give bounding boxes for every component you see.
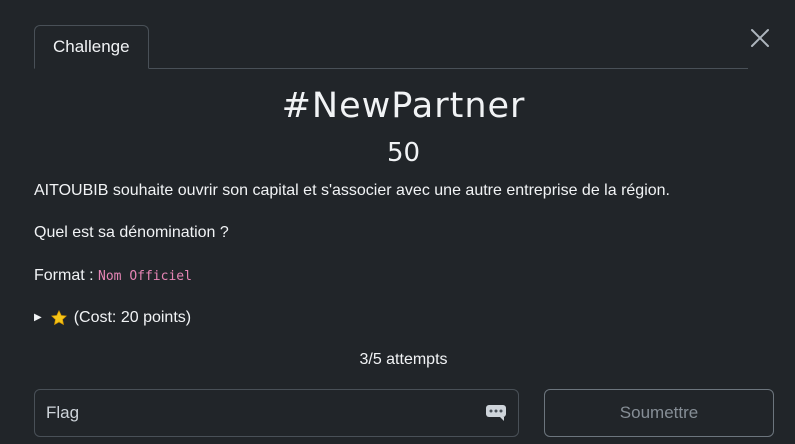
format-line: Format : Nom Officiel — [34, 265, 192, 288]
hint-cost: (Cost: 20 points) — [73, 309, 192, 326]
comment-dots-icon — [486, 405, 506, 421]
submit-button[interactable]: Soumettre — [544, 389, 774, 437]
challenge-description: AITOUBIB souhaite ouvrir son capital et … — [34, 182, 670, 199]
challenge-modal: Challenge #NewPartner 50 AITOUBIB souhai… — [0, 0, 795, 444]
close-button[interactable] — [748, 26, 772, 50]
hint-toggle[interactable]: ▶ (Cost: 20 points) — [34, 307, 191, 329]
tab-bar: Challenge — [34, 25, 748, 69]
challenge-points: 50 — [386, 138, 421, 168]
star-icon — [50, 310, 67, 326]
caret-right-icon: ▶ — [34, 312, 42, 323]
format-label: Format : — [34, 267, 99, 284]
close-icon — [751, 29, 769, 47]
tab-challenge[interactable]: Challenge — [34, 25, 149, 69]
challenge-question: Quel est sa dénomination ? — [34, 224, 229, 241]
attempts-counter: 3/5 attempts — [359, 351, 448, 368]
flag-input[interactable] — [35, 390, 475, 436]
challenge-title: #NewPartner — [281, 86, 526, 126]
flag-field — [34, 389, 519, 437]
format-code: Nom Officiel — [98, 269, 192, 284]
